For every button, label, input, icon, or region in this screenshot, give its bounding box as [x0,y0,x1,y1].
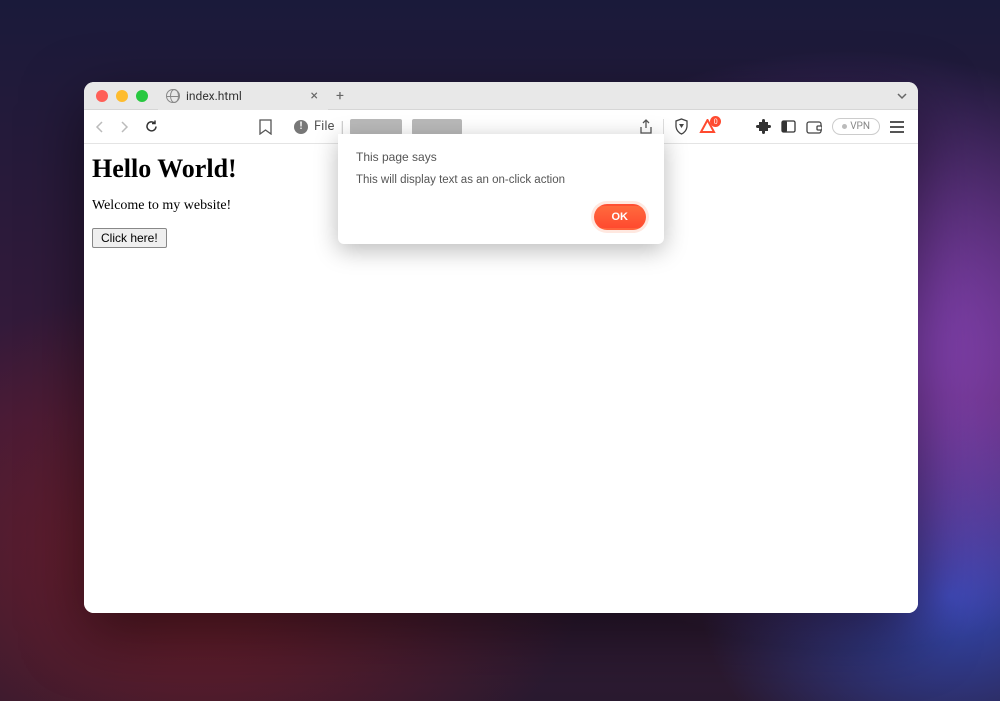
click-here-button[interactable]: Click here! [92,228,167,248]
close-window-button[interactable] [96,90,108,102]
alert-ok-button[interactable]: OK [594,204,647,230]
extensions-icon[interactable] [756,119,771,134]
browser-tab[interactable]: index.html × [158,82,328,110]
new-tab-button[interactable]: + [336,88,344,104]
brave-rewards-icon[interactable]: 0 [699,119,716,134]
alert-message: This will display text as an on-click ac… [356,174,646,186]
brave-badge: 0 [710,116,721,127]
titlebar: index.html × + [84,82,918,110]
bookmark-icon[interactable] [259,119,272,135]
sidebar-icon[interactable] [781,120,796,133]
javascript-alert-dialog: This page says This will display text as… [338,134,664,244]
site-info-icon[interactable]: ! [294,120,308,134]
close-tab-button[interactable]: × [311,89,318,103]
back-button[interactable] [92,121,108,133]
vpn-status-dot [842,124,847,129]
vpn-button[interactable]: VPN [832,118,880,135]
vpn-label: VPN [850,121,870,132]
wallet-icon[interactable] [806,120,822,134]
minimize-window-button[interactable] [116,90,128,102]
url-segment-redacted [412,119,462,135]
divider [663,119,664,135]
reload-button[interactable] [140,119,163,134]
alert-title: This page says [356,150,646,164]
menu-button[interactable] [890,121,904,133]
globe-icon [166,89,180,103]
brave-shields-icon[interactable] [674,118,689,135]
tab-title: index.html [186,89,242,103]
forward-button[interactable] [116,121,132,133]
fullscreen-window-button[interactable] [136,90,148,102]
url-segment-redacted [350,119,402,135]
tabs-dropdown-button[interactable] [896,90,908,102]
window-controls [96,90,148,102]
share-icon[interactable] [639,119,653,135]
url-protocol: File [314,119,334,134]
